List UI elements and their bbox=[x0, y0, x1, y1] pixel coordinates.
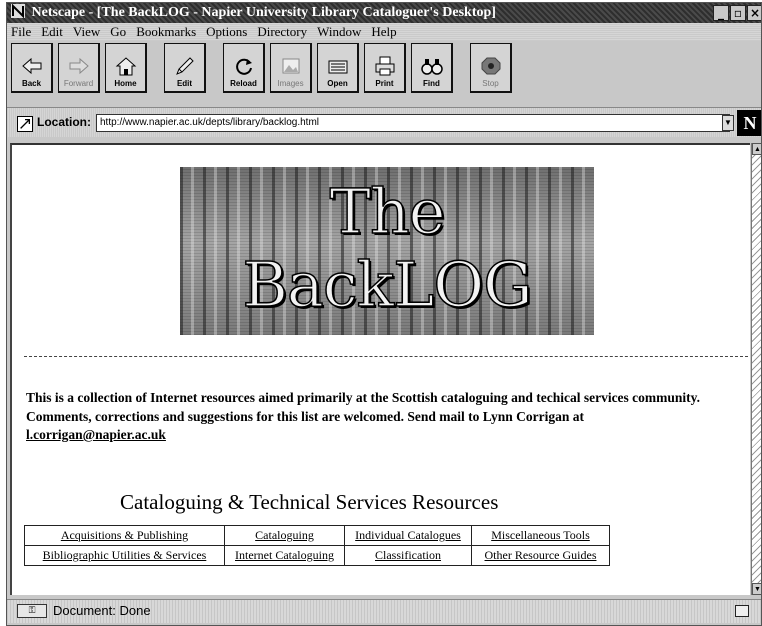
scroll-up-arrow-icon[interactable]: ▲ bbox=[752, 143, 761, 155]
page-proxy-icon[interactable] bbox=[17, 116, 33, 132]
home-icon bbox=[115, 57, 136, 76]
menu-edit[interactable]: Edit bbox=[41, 23, 63, 41]
table-cell: Miscellaneous Tools bbox=[471, 525, 610, 546]
menu-help[interactable]: Help bbox=[371, 23, 396, 41]
title-bar: Netscape - [The BackLOG - Napier Univers… bbox=[7, 3, 761, 23]
table-cell: Acquisitions & Publishing bbox=[24, 525, 225, 546]
horizontal-rule bbox=[24, 356, 748, 358]
link-cataloguing[interactable]: Cataloguing bbox=[255, 528, 314, 542]
edit-pencil-icon bbox=[175, 57, 194, 75]
forward-arrow-icon bbox=[69, 57, 89, 75]
table-row: Acquisitions & Publishing Cataloguing In… bbox=[24, 525, 610, 546]
find-button[interactable]: Find bbox=[411, 43, 453, 93]
location-bar: Location: http://www.napier.ac.uk/depts/… bbox=[7, 107, 761, 137]
reload-button[interactable]: Reload bbox=[223, 43, 265, 93]
intro-line-1: This is a collection of Internet resourc… bbox=[26, 390, 701, 405]
table-cell: Other Resource Guides bbox=[471, 545, 610, 566]
back-label: Back bbox=[21, 79, 42, 88]
menu-directory[interactable]: Directory bbox=[257, 23, 307, 41]
menu-bar: File Edit View Go Bookmarks Options Dire… bbox=[7, 23, 761, 41]
print-button[interactable]: Print bbox=[364, 43, 406, 93]
intro-text: This is a collection of Internet resourc… bbox=[26, 389, 746, 445]
banner-title: The BackLOG bbox=[242, 174, 534, 322]
back-arrow-icon bbox=[21, 57, 41, 75]
close-button[interactable]: × bbox=[747, 5, 761, 21]
status-bar: ⚿ Document: Done bbox=[7, 599, 761, 623]
print-icon bbox=[375, 56, 394, 76]
menu-go[interactable]: Go bbox=[110, 23, 126, 41]
open-icon bbox=[328, 60, 347, 74]
vertical-scrollbar[interactable]: ▲ ▼ bbox=[751, 143, 761, 595]
stop-icon bbox=[481, 57, 500, 75]
location-label: Location: bbox=[37, 115, 91, 129]
window-title: Netscape - [The BackLOG - Napier Univers… bbox=[31, 5, 496, 20]
link-classification[interactable]: Classification bbox=[375, 548, 441, 562]
netscape-logo[interactable]: N bbox=[737, 110, 761, 136]
location-url-field[interactable]: http://www.napier.ac.uk/depts/library/ba… bbox=[96, 114, 730, 132]
backlog-banner-image: The BackLOG bbox=[180, 167, 594, 335]
table-cell: Cataloguing bbox=[224, 525, 345, 546]
table-cell: Internet Cataloguing bbox=[224, 545, 345, 566]
browser-window: Netscape - [The BackLOG - Napier Univers… bbox=[6, 2, 762, 626]
security-key-icon[interactable]: ⚿ bbox=[17, 604, 47, 618]
resources-table: Acquisitions & Publishing Cataloguing In… bbox=[24, 525, 610, 566]
email-link[interactable]: l.corrigan@napier.ac.uk bbox=[26, 427, 166, 442]
scroll-down-arrow-icon[interactable]: ▼ bbox=[752, 583, 761, 595]
table-row: Bibliographic Utilities & Services Inter… bbox=[24, 545, 610, 566]
open-button[interactable]: Open bbox=[317, 43, 359, 93]
table-cell: Bibliographic Utilities & Services bbox=[24, 545, 225, 566]
maximize-button[interactable]: ▫ bbox=[730, 5, 746, 21]
link-other-resource-guides[interactable]: Other Resource Guides bbox=[485, 548, 597, 562]
stop-button[interactable]: Stop bbox=[470, 43, 512, 93]
home-button[interactable]: Home bbox=[105, 43, 147, 93]
link-acquisitions-publishing[interactable]: Acquisitions & Publishing bbox=[61, 528, 188, 542]
menu-window[interactable]: Window bbox=[317, 23, 361, 41]
link-internet-cataloguing[interactable]: Internet Cataloguing bbox=[235, 548, 334, 562]
images-label: Images bbox=[277, 79, 304, 88]
intro-line-2: Comments, corrections and suggestions fo… bbox=[26, 408, 584, 424]
stop-label: Stop bbox=[482, 79, 499, 88]
reload-label: Reload bbox=[230, 79, 257, 88]
mail-icon[interactable] bbox=[735, 605, 749, 617]
section-title: Cataloguing & Technical Services Resourc… bbox=[120, 490, 499, 514]
edit-label: Edit bbox=[176, 79, 193, 88]
forward-label: Forward bbox=[63, 79, 94, 88]
menu-view[interactable]: View bbox=[73, 23, 100, 41]
images-icon bbox=[282, 58, 299, 74]
images-button[interactable]: Images bbox=[270, 43, 312, 93]
link-bibliographic-utilities[interactable]: Bibliographic Utilities & Services bbox=[43, 548, 207, 562]
forward-button[interactable]: Forward bbox=[58, 43, 100, 93]
minimize-button[interactable]: _ bbox=[713, 5, 729, 21]
find-binoculars-icon bbox=[420, 59, 443, 75]
menu-bookmarks[interactable]: Bookmarks bbox=[136, 23, 196, 41]
edit-button[interactable]: Edit bbox=[164, 43, 206, 93]
open-label: Open bbox=[327, 79, 348, 88]
menu-file[interactable]: File bbox=[11, 23, 31, 41]
back-button[interactable]: Back bbox=[11, 43, 53, 93]
reload-icon bbox=[235, 58, 252, 75]
page-content: The BackLOG This is a collection of Inte… bbox=[10, 143, 750, 595]
print-label: Print bbox=[375, 79, 394, 88]
location-dropdown-icon[interactable]: ▼ bbox=[722, 115, 734, 131]
menu-options[interactable]: Options bbox=[206, 23, 247, 41]
home-label: Home bbox=[114, 79, 137, 88]
table-cell: Classification bbox=[344, 545, 472, 566]
find-label: Find bbox=[423, 79, 440, 88]
status-text: Document: Done bbox=[53, 603, 151, 618]
table-cell: Individual Catalogues bbox=[344, 525, 472, 546]
link-individual-catalogues[interactable]: Individual Catalogues bbox=[355, 528, 461, 542]
link-miscellaneous-tools[interactable]: Miscellaneous Tools bbox=[491, 528, 590, 542]
netscape-app-icon bbox=[11, 3, 25, 19]
toolbar: Back Forward Home Edit Reload Images Ope… bbox=[11, 43, 517, 99]
